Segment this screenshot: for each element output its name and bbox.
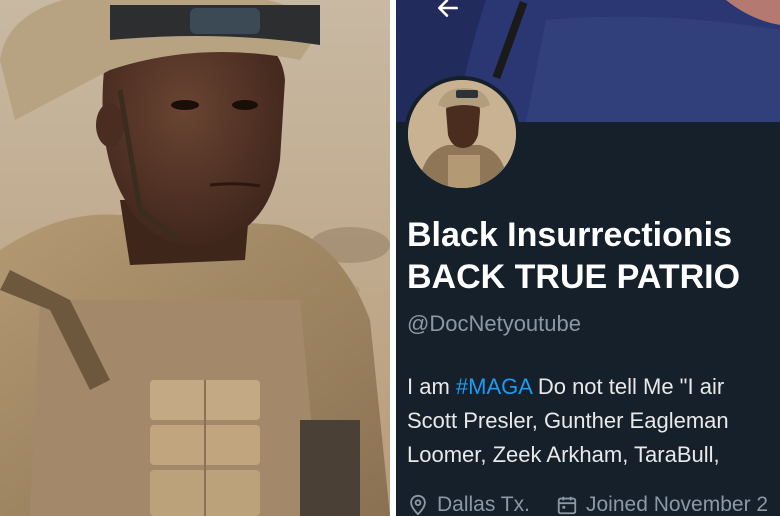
profile-meta: Dallas Tx. Joined November 2	[407, 490, 780, 516]
display-name-line-2: BACK TRUE PATRIO	[407, 258, 741, 296]
user-handle: @DocNetyoutube	[407, 311, 581, 336]
location-pin-icon	[410, 494, 426, 516]
soldier-photo	[0, 0, 390, 516]
profile-bio: I am #MAGA Do not tell Me "I air Scott P…	[407, 370, 780, 472]
bio-line-2: Scott Presler, Gunther Eagleman	[407, 408, 729, 433]
calendar-icon	[557, 496, 577, 515]
joined-text: Joined November 2	[585, 493, 769, 516]
bio-line-1-prefix: I am	[407, 374, 456, 399]
display-name: Black Insurrectionis BACK TRUE PATRIO	[407, 214, 780, 298]
avatar[interactable]	[404, 76, 520, 192]
bio-line-1-suffix: Do not tell Me "I air	[531, 374, 725, 399]
soldier-illustration	[0, 0, 390, 516]
display-name-line-1: Black Insurrectionis	[407, 216, 733, 254]
avatar-image	[408, 80, 516, 188]
profile-panel: Black Insurrectionis BACK TRUE PATRIO @D…	[396, 0, 780, 516]
arrow-left-icon	[438, 0, 458, 17]
bio-line-1: I am #MAGA Do not tell Me "I air	[407, 370, 780, 404]
bio-line-3: Loomer, Zeek Arkham, TaraBull,	[407, 442, 720, 467]
joined-item: Joined November 2	[556, 493, 768, 516]
hashtag-link[interactable]: #MAGA	[456, 374, 532, 399]
back-button[interactable]	[434, 0, 462, 22]
location-item: Dallas Tx.	[407, 493, 530, 516]
location-text: Dallas Tx.	[437, 493, 530, 516]
